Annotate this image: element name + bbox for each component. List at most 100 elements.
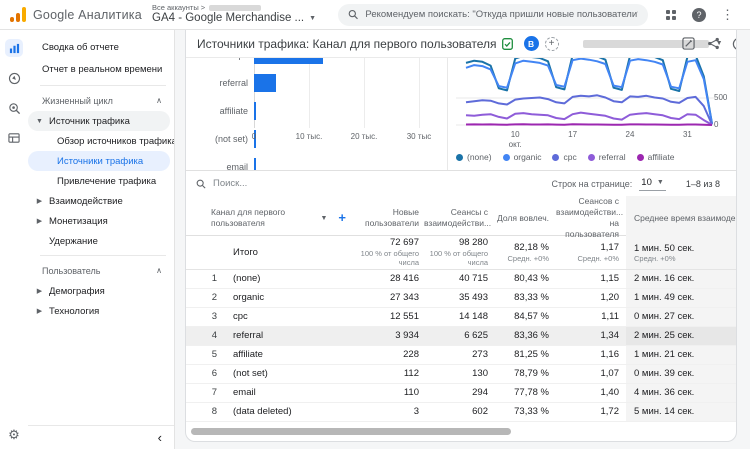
- customize-report-icon[interactable]: [682, 37, 695, 50]
- sidebar-item[interactable]: Обзор источников трафика: [28, 131, 174, 151]
- brand[interactable]: Google Аналитика: [10, 7, 142, 22]
- charts-panel: (none)organiccpcreferralaffiliate(not se…: [186, 57, 736, 170]
- collapse-sidebar-icon[interactable]: ‹: [158, 431, 162, 444]
- brand-name: Google Аналитика: [33, 8, 142, 22]
- x-axis-tick: 31: [683, 130, 692, 140]
- avg-time-cell: 1 мин. 49 сек.: [626, 289, 737, 307]
- column-header-engaged-sessions[interactable]: Сеансы с взаимодействи...: [424, 207, 494, 229]
- apps-grid-icon[interactable]: [665, 9, 677, 21]
- sessions-per-user-cell: 1,15: [556, 270, 626, 288]
- admin-gear-icon[interactable]: ⚙: [8, 427, 20, 443]
- table-row[interactable]: 4referral3 9346 62583,36 %1,342 мин. 25 …: [186, 327, 737, 346]
- sessions-per-user-cell: 1,16: [556, 346, 626, 364]
- bar[interactable]: [254, 58, 323, 64]
- share-icon[interactable]: [707, 37, 720, 50]
- global-search[interactable]: [338, 4, 648, 26]
- explore-icon[interactable]: [5, 69, 23, 87]
- table-search-input[interactable]: [213, 178, 393, 189]
- legend-label: cpc: [563, 152, 576, 162]
- account-breadcrumb: Все аккаунты >: [152, 4, 205, 13]
- bar[interactable]: [254, 74, 276, 92]
- new-users-cell: 12 551: [346, 308, 424, 326]
- sidebar-item[interactable]: Сводка об отчете: [28, 37, 174, 59]
- table-row[interactable]: 7email11029477,78 %1,404 мин. 36 сек.: [186, 384, 737, 403]
- sidebar-item[interactable]: ▶Демография: [28, 281, 174, 301]
- avg-time-cell: 2 мин. 25 сек.: [626, 327, 737, 345]
- library-icon[interactable]: [5, 129, 23, 147]
- new-users-cell: 28 416: [346, 270, 424, 288]
- insights-icon[interactable]: [732, 37, 737, 51]
- y-axis-tick: 0: [714, 120, 718, 129]
- sidebar-item[interactable]: Удержание: [28, 231, 174, 251]
- bar-category-label: cpc: [186, 58, 248, 60]
- avg-time-cell: 1 мин. 21 сек.: [626, 346, 737, 364]
- channel-cell: (not set): [220, 365, 346, 383]
- sidebar-item[interactable]: ▶Взаимодействие: [28, 191, 174, 211]
- avg-time-cell: 0 мин. 39 сек.: [626, 365, 737, 383]
- bar[interactable]: [254, 158, 256, 170]
- column-header-engaged-sessions-per-user[interactable]: Сеансов с взаимодействи... на пользовате…: [556, 196, 626, 240]
- legend-item: affiliate: [637, 152, 675, 162]
- table-row[interactable]: 6(not set)11213078,79 %1,070 мин. 39 сек…: [186, 365, 737, 384]
- sessions-per-user-cell: 1,40: [556, 384, 626, 402]
- table-row[interactable]: 8(data deleted)360273,33 %1,725 мин. 14 …: [186, 403, 737, 422]
- sidebar-section-Жизненный цикл[interactable]: Жизненный цикл∧: [28, 90, 174, 111]
- scrollbar-thumb[interactable]: [191, 428, 511, 435]
- more-options-icon[interactable]: ⋮: [721, 8, 734, 21]
- legend-dot-icon: [552, 154, 559, 161]
- avg-time-cell: 4 мин. 36 сек.: [626, 384, 737, 402]
- sidebar-item-label: Источник трафика: [49, 116, 130, 127]
- column-header-avg-engagement-time[interactable]: Среднее время взаимодействия: [626, 196, 737, 240]
- analytics-logo-icon: [10, 7, 26, 22]
- sidebar-item[interactable]: ▶ Технология: [28, 301, 174, 321]
- advertising-icon[interactable]: [5, 99, 23, 117]
- row-number: 7: [186, 384, 220, 402]
- add-dimension-button[interactable]: +: [338, 210, 346, 227]
- engagement-rate-cell: 73,33 %: [494, 403, 556, 421]
- sidebar-item-label: Монетизация: [49, 216, 108, 227]
- sidebar-item[interactable]: ▼Источник трафика: [28, 111, 170, 131]
- sidebar-section-Пользователь[interactable]: Пользователь∧: [28, 260, 174, 281]
- sidebar-item-label: Технология: [49, 306, 99, 317]
- bar-series: (none)organiccpcreferralaffiliate(not se…: [186, 58, 441, 170]
- new-users-cell: 110: [346, 384, 424, 402]
- channel-cell: (data deleted): [220, 403, 346, 421]
- column-header-channel[interactable]: Канал для первого пользователя▼ +: [186, 207, 346, 229]
- engagement-rate-cell: 78,79 %: [494, 365, 556, 383]
- table-row[interactable]: 5affiliate22827381,25 %1,161 мин. 21 сек…: [186, 346, 737, 365]
- report-header: Источники трафика: Канал для первого пол…: [186, 30, 736, 57]
- sidebar-item[interactable]: ▶ Монетизация: [28, 211, 174, 231]
- help-icon[interactable]: ?: [692, 8, 706, 22]
- new-users-cell: 3 934: [346, 327, 424, 345]
- add-comparison-button[interactable]: +: [545, 37, 559, 51]
- engaged-sessions-cell: 602: [424, 403, 494, 421]
- bar[interactable]: [254, 102, 256, 120]
- global-search-input[interactable]: [365, 9, 638, 20]
- bar-row: affiliate: [186, 97, 441, 125]
- line-chart-plot: [456, 58, 714, 128]
- column-header-engagement-rate[interactable]: Доля вовлеч.: [494, 213, 556, 224]
- arrow-right-icon: ▶: [35, 217, 44, 225]
- arrow-right-icon: ▶: [35, 307, 44, 315]
- reports-icon[interactable]: [5, 39, 23, 57]
- legend-item: (none): [456, 152, 492, 162]
- legend-label: (none): [467, 152, 492, 162]
- chevron-up-icon: ∧: [156, 266, 162, 275]
- rows-per-page-select[interactable]: 10▼: [639, 176, 666, 191]
- column-header-new-users[interactable]: Новые пользователи: [346, 207, 424, 229]
- table-row[interactable]: 1(none)28 41640 71580,43 %1,152 мин. 16 …: [186, 270, 737, 289]
- chevron-down-icon: ▼: [657, 179, 664, 186]
- data-quality-icon[interactable]: [502, 38, 513, 50]
- sidebar-item[interactable]: Привлечение трафика: [28, 171, 174, 191]
- comparison-avatar[interactable]: B: [524, 36, 539, 51]
- property-selector[interactable]: Все аккаунты > GA4 - Google Merchandise …: [152, 4, 316, 26]
- table-row[interactable]: 2organic27 34335 49383,33 %1,201 мин. 49…: [186, 289, 737, 308]
- pagination-status: 1–8 из 8: [686, 179, 720, 189]
- sidebar-item[interactable]: Источники трафика: [28, 151, 170, 171]
- horizontal-scrollbar[interactable]: [186, 428, 736, 435]
- table-row[interactable]: 3cpc12 55114 14884,57 %1,110 мин. 27 сек…: [186, 308, 737, 327]
- sidebar-item[interactable]: Отчет в реальном времени: [28, 59, 174, 81]
- sessions-per-user-cell: 1,34: [556, 327, 626, 345]
- bar-row: cpc: [186, 58, 441, 69]
- sidebar-footer: ‹: [28, 425, 174, 449]
